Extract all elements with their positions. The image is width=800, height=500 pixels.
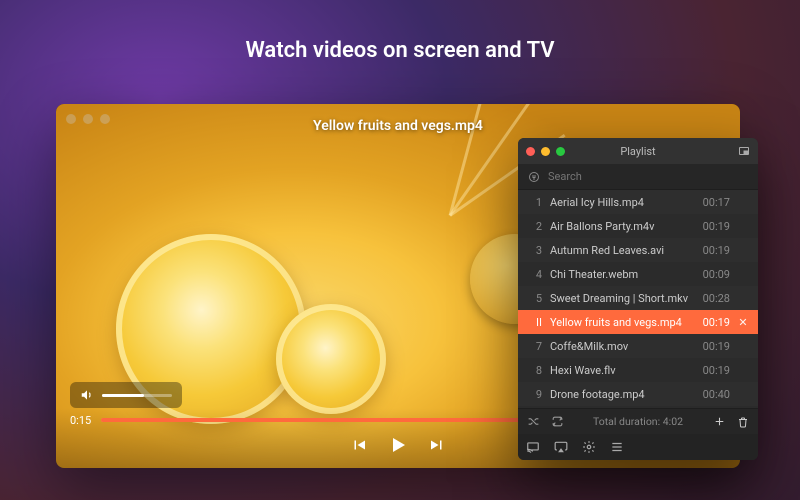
playlist-row-duration: 00:19: [703, 220, 730, 233]
total-duration: Total duration: 4:02: [574, 415, 702, 428]
video-art: [276, 304, 386, 414]
add-button[interactable]: [712, 415, 726, 428]
volume-control[interactable]: [70, 382, 182, 408]
previous-button[interactable]: [350, 436, 368, 454]
playlist-row-duration: 00:19: [703, 340, 730, 353]
playlist-row-duration: 00:19: [703, 244, 730, 257]
volume-fill: [102, 394, 144, 397]
playlist-footer: Total duration: 4:02: [518, 408, 758, 434]
playlist-panel: Playlist 1 Aerial Icy Hills.mp4 00:17 ✕ 2 Air…: [518, 138, 758, 460]
popout-icon[interactable]: [738, 145, 750, 157]
window-minimize-icon[interactable]: [83, 114, 93, 124]
playlist-row[interactable]: 2Air Ballons Party.m4v00:19✕: [518, 214, 758, 238]
playlist-row-name: Air Ballons Party.m4v: [550, 220, 695, 233]
play-button[interactable]: [386, 433, 410, 457]
filter-icon: [528, 171, 540, 183]
playlist-row[interactable]: 3Autumn Red Leaves.avi00:19✕: [518, 238, 758, 262]
playlist-row-duration: 00:17: [703, 196, 730, 209]
playlist-row-index: 8: [528, 364, 542, 377]
playlist-search: [518, 164, 758, 190]
volume-slider[interactable]: [102, 394, 172, 397]
playlist-row-duration: 00:28: [703, 292, 730, 305]
next-button[interactable]: [428, 436, 446, 454]
seek-fill: [101, 418, 564, 422]
playlist-row[interactable]: 7Coffe&Milk.mov00:19✕: [518, 334, 758, 358]
playlist-row[interactable]: 5Sweet Dreaming | Short.mkv00:28✕: [518, 286, 758, 310]
settings-icon[interactable]: [582, 440, 596, 454]
playlist-row-index: 5: [528, 292, 542, 305]
playlist-row-index: 1: [528, 196, 542, 209]
window-close-icon[interactable]: [66, 114, 76, 124]
playlist-row-index: 9: [528, 388, 542, 401]
playlist-row[interactable]: 1Aerial Icy Hills.mp400:17✕: [518, 190, 758, 214]
playlist-row-duration: 00:19: [703, 364, 730, 377]
playlist-row-index: 4: [528, 268, 542, 281]
search-input[interactable]: [548, 170, 748, 183]
playlist-row-name: Coffe&Milk.mov: [550, 340, 695, 353]
playlist-row-index: II: [528, 316, 542, 329]
playlist-titlebar: Playlist: [518, 138, 758, 164]
playlist-row-name: Yellow fruits and vegs.mp4: [550, 316, 695, 329]
repeat-icon[interactable]: [550, 415, 564, 428]
playlist-row-duration: 00:40: [703, 388, 730, 401]
playlist-list: 1 Aerial Icy Hills.mp4 00:17 ✕ 2 Air Ballons …: [518, 190, 758, 408]
time-elapsed: 0:15: [70, 414, 91, 427]
page-headline: Watch videos on screen and TV: [0, 38, 800, 63]
cast-icon[interactable]: [526, 440, 540, 454]
playlist-row-duration: 00:09: [703, 268, 730, 281]
window-zoom-icon[interactable]: [100, 114, 110, 124]
playlist-row-name: Autumn Red Leaves.avi: [550, 244, 695, 257]
playlist-row[interactable]: II Yellow fruits and vegs.mp4 00:19 ✕: [518, 310, 758, 334]
playlist-bottombar: [518, 434, 758, 460]
delete-button[interactable]: [736, 416, 750, 428]
playlist-row-name: Drone footage.mp4: [550, 388, 695, 401]
playlist-row-name: Hexi Wave.flv: [550, 364, 695, 377]
playlist-title: Playlist: [518, 145, 758, 158]
playlist-toggle-icon[interactable]: [610, 440, 624, 454]
airplay-icon[interactable]: [554, 440, 568, 454]
playlist-row[interactable]: 4Chi Theater.webm00:09✕: [518, 262, 758, 286]
window-traffic-lights: [66, 114, 110, 124]
remove-item-icon[interactable]: ✕: [738, 316, 748, 329]
volume-icon: [80, 388, 94, 402]
current-file-name: Yellow fruits and vegs.mp4: [56, 118, 740, 134]
playlist-row-name: Aerial Icy Hills.mp4: [550, 196, 695, 209]
playlist-row-duration: 00:19: [703, 316, 730, 329]
playlist-row-index: 7: [528, 340, 542, 353]
playlist-row-index: 2: [528, 220, 542, 233]
playlist-row[interactable]: 8Hexi Wave.flv00:19✕: [518, 358, 758, 382]
playlist-row-name: Chi Theater.webm: [550, 268, 695, 281]
playlist-row[interactable]: 9Drone footage.mp400:40✕: [518, 382, 758, 406]
playlist-row-index: 3: [528, 244, 542, 257]
playlist-row-name: Sweet Dreaming | Short.mkv: [550, 292, 695, 305]
shuffle-icon[interactable]: [526, 415, 540, 428]
